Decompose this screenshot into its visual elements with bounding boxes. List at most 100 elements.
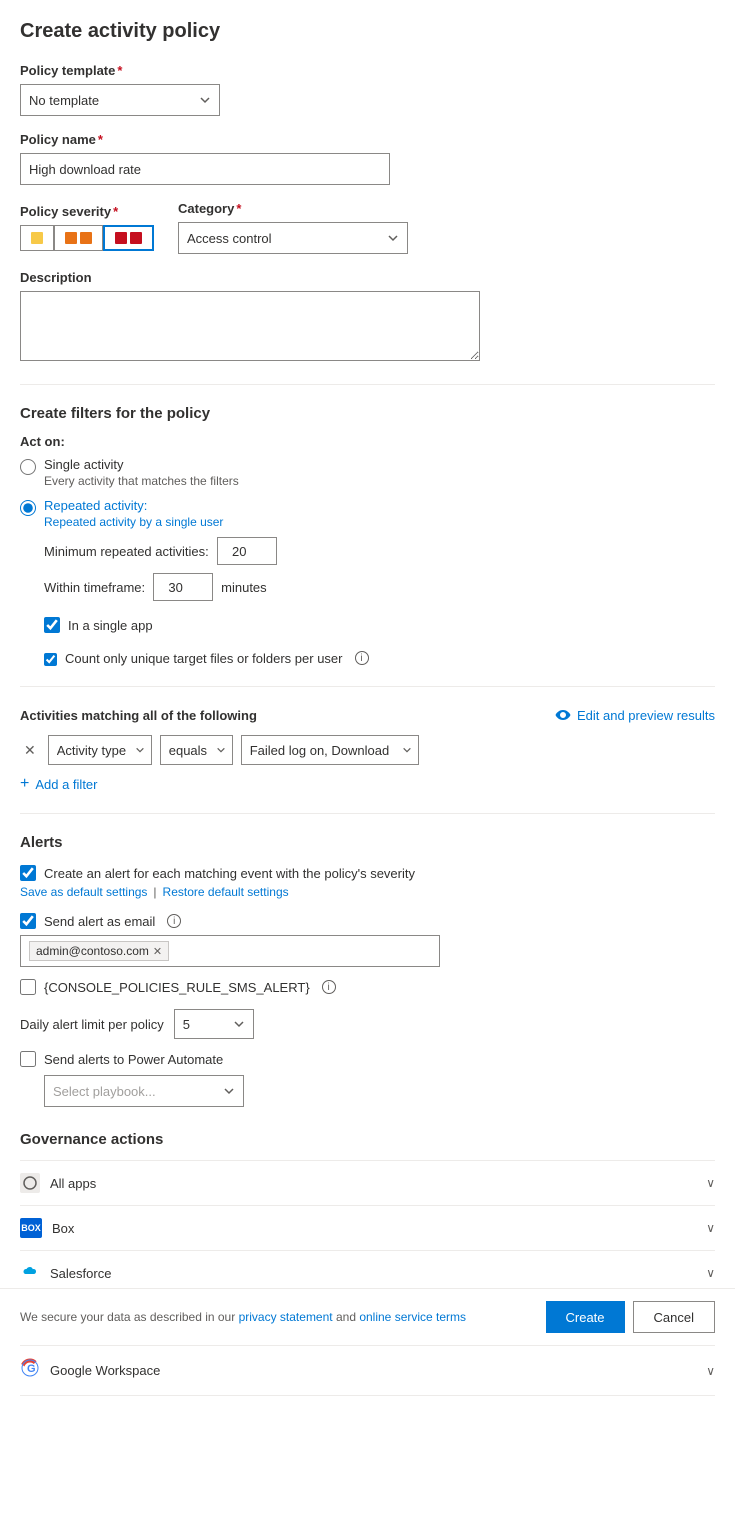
gov-all-apps-label: All apps	[50, 1176, 96, 1191]
send-email-info-icon: i	[167, 914, 181, 928]
severity-high-btn[interactable]	[103, 225, 154, 251]
severity-med-dot1	[65, 232, 77, 244]
svg-text:G: G	[27, 1363, 36, 1375]
severity-category-row: Policy severity* Category*	[20, 201, 715, 254]
severity-field: Policy severity*	[20, 204, 154, 251]
daily-alert-row: Daily alert limit per policy 5 10 20 50	[20, 1009, 715, 1039]
filter-type-select[interactable]: Activity type	[48, 735, 152, 765]
edit-preview-label: Edit and preview results	[577, 708, 715, 723]
policy-name-field: Policy name*	[20, 132, 715, 185]
filters-title: Create filters for the policy	[20, 405, 715, 422]
filters-section: Create filters for the policy Act on: Si…	[20, 405, 715, 666]
divider-1	[20, 384, 715, 385]
single-activity-radio[interactable]	[20, 459, 36, 475]
alert-links-row: Save as default settings | Restore defau…	[20, 885, 715, 899]
gov-all-apps[interactable]: All apps ∨	[20, 1160, 715, 1205]
remove-filter-btn[interactable]: ✕	[20, 740, 40, 761]
timeframe-unit: minutes	[221, 580, 267, 595]
min-repeated-label: Minimum repeated activities:	[44, 544, 209, 559]
count-unique-info-icon: i	[355, 651, 369, 665]
add-filter-label: Add a filter	[35, 777, 97, 792]
governance-title: Governance actions	[20, 1131, 715, 1148]
single-activity-option: Single activity Every activity that matc…	[20, 457, 715, 488]
power-automate-label: Send alerts to Power Automate	[44, 1052, 223, 1067]
power-automate-row: Send alerts to Power Automate	[20, 1051, 715, 1067]
severity-medium-btn[interactable]	[54, 225, 103, 251]
min-repeated-input[interactable]	[217, 537, 277, 565]
send-email-row: Send alert as email i	[20, 913, 715, 929]
single-activity-sub: Every activity that matches the filters	[44, 474, 239, 488]
create-button[interactable]: Create	[546, 1301, 625, 1333]
severity-high-dot2	[130, 232, 142, 244]
privacy-link[interactable]: privacy statement	[239, 1310, 333, 1324]
create-alert-label: Create an alert for each matching event …	[44, 866, 415, 881]
filter-header: Activities matching all of the following…	[20, 707, 715, 723]
footer-and: and	[336, 1310, 359, 1324]
activities-title: Activities matching all of the following	[20, 708, 257, 723]
single-app-checkbox[interactable]	[44, 617, 60, 633]
repeated-activity-sub: Repeated activity by a single user	[44, 515, 223, 529]
gov-box-label: Box	[52, 1221, 74, 1236]
category-select[interactable]: Access control	[178, 222, 408, 254]
description-textarea[interactable]	[20, 291, 480, 361]
daily-limit-select[interactable]: 5 10 20 50	[174, 1009, 254, 1039]
filter-operator-select[interactable]: equals	[160, 735, 233, 765]
single-app-label: In a single app	[68, 618, 153, 633]
email-input-box[interactable]: admin@contoso.com ✕	[20, 935, 440, 967]
gov-box-chevron: ∨	[706, 1221, 715, 1235]
daily-limit-label: Daily alert limit per policy	[20, 1017, 164, 1032]
cancel-button[interactable]: Cancel	[633, 1301, 715, 1333]
email-tag-remove[interactable]: ✕	[153, 945, 162, 958]
save-default-link[interactable]: Save as default settings	[20, 885, 147, 899]
gov-salesforce-left: Salesforce	[20, 1263, 111, 1283]
severity-low-btn[interactable]	[20, 225, 54, 251]
gov-box[interactable]: BOX Box ∨	[20, 1205, 715, 1250]
divider-2	[20, 686, 715, 687]
sms-info-icon: i	[322, 980, 336, 994]
severity-low-dot	[31, 232, 43, 244]
edit-preview-btn[interactable]: Edit and preview results	[555, 707, 715, 723]
filter-value-select[interactable]: Failed log on, Download	[241, 735, 419, 765]
power-automate-checkbox[interactable]	[20, 1051, 36, 1067]
playbook-select[interactable]: Select playbook...	[44, 1075, 244, 1107]
gov-box-left: BOX Box	[20, 1218, 74, 1238]
act-on-label: Act on:	[20, 434, 715, 449]
page-title: Create activity policy	[20, 20, 715, 43]
severity-label: Policy severity*	[20, 204, 154, 219]
box-icon: BOX	[20, 1218, 42, 1238]
gov-google-label: Google Workspace	[50, 1363, 160, 1378]
radio-group: Single activity Every activity that matc…	[20, 457, 715, 529]
severity-options	[20, 225, 154, 251]
repeated-activity-radio[interactable]	[20, 500, 36, 516]
footer-bar: We secure your data as described in our …	[0, 1288, 735, 1345]
sms-row: {CONSOLE_POLICIES_RULE_SMS_ALERT} i	[20, 979, 715, 995]
description-label: Description	[20, 270, 715, 285]
single-app-row: In a single app	[44, 617, 715, 633]
within-timeframe-input[interactable]	[153, 573, 213, 601]
restore-default-link[interactable]: Restore default settings	[163, 885, 289, 899]
gov-all-apps-chevron: ∨	[706, 1176, 715, 1190]
governance-section: Governance actions All apps ∨ BOX Box ∨	[20, 1131, 715, 1396]
policy-name-input[interactable]	[20, 153, 390, 185]
terms-link[interactable]: online service terms	[359, 1310, 466, 1324]
footer-buttons: Create Cancel	[546, 1301, 716, 1333]
send-email-checkbox[interactable]	[20, 913, 36, 929]
within-timeframe-label: Within timeframe:	[44, 580, 145, 595]
add-filter-btn[interactable]: + Add a filter	[20, 775, 98, 793]
repeated-activity-option: Repeated activity: Repeated activity by …	[20, 498, 715, 529]
min-repeated-row: Minimum repeated activities:	[44, 537, 715, 565]
gov-google[interactable]: G Google Workspace ∨	[20, 1345, 715, 1396]
repeated-activity-label: Repeated activity:	[44, 498, 223, 513]
email-tag: admin@contoso.com ✕	[29, 941, 169, 961]
policy-template-select[interactable]: No template	[20, 84, 220, 116]
sms-checkbox[interactable]	[20, 979, 36, 995]
footer-text: We secure your data as described in our …	[20, 1310, 466, 1324]
create-alert-checkbox[interactable]	[20, 865, 36, 881]
count-unique-checkbox[interactable]	[44, 653, 57, 666]
gov-all-apps-left: All apps	[20, 1173, 96, 1193]
divider-3	[20, 813, 715, 814]
description-field: Description	[20, 270, 715, 364]
category-field: Category* Access control	[178, 201, 408, 254]
alerts-section: Alerts Create an alert for each matching…	[20, 834, 715, 1107]
alerts-title: Alerts	[20, 834, 715, 851]
